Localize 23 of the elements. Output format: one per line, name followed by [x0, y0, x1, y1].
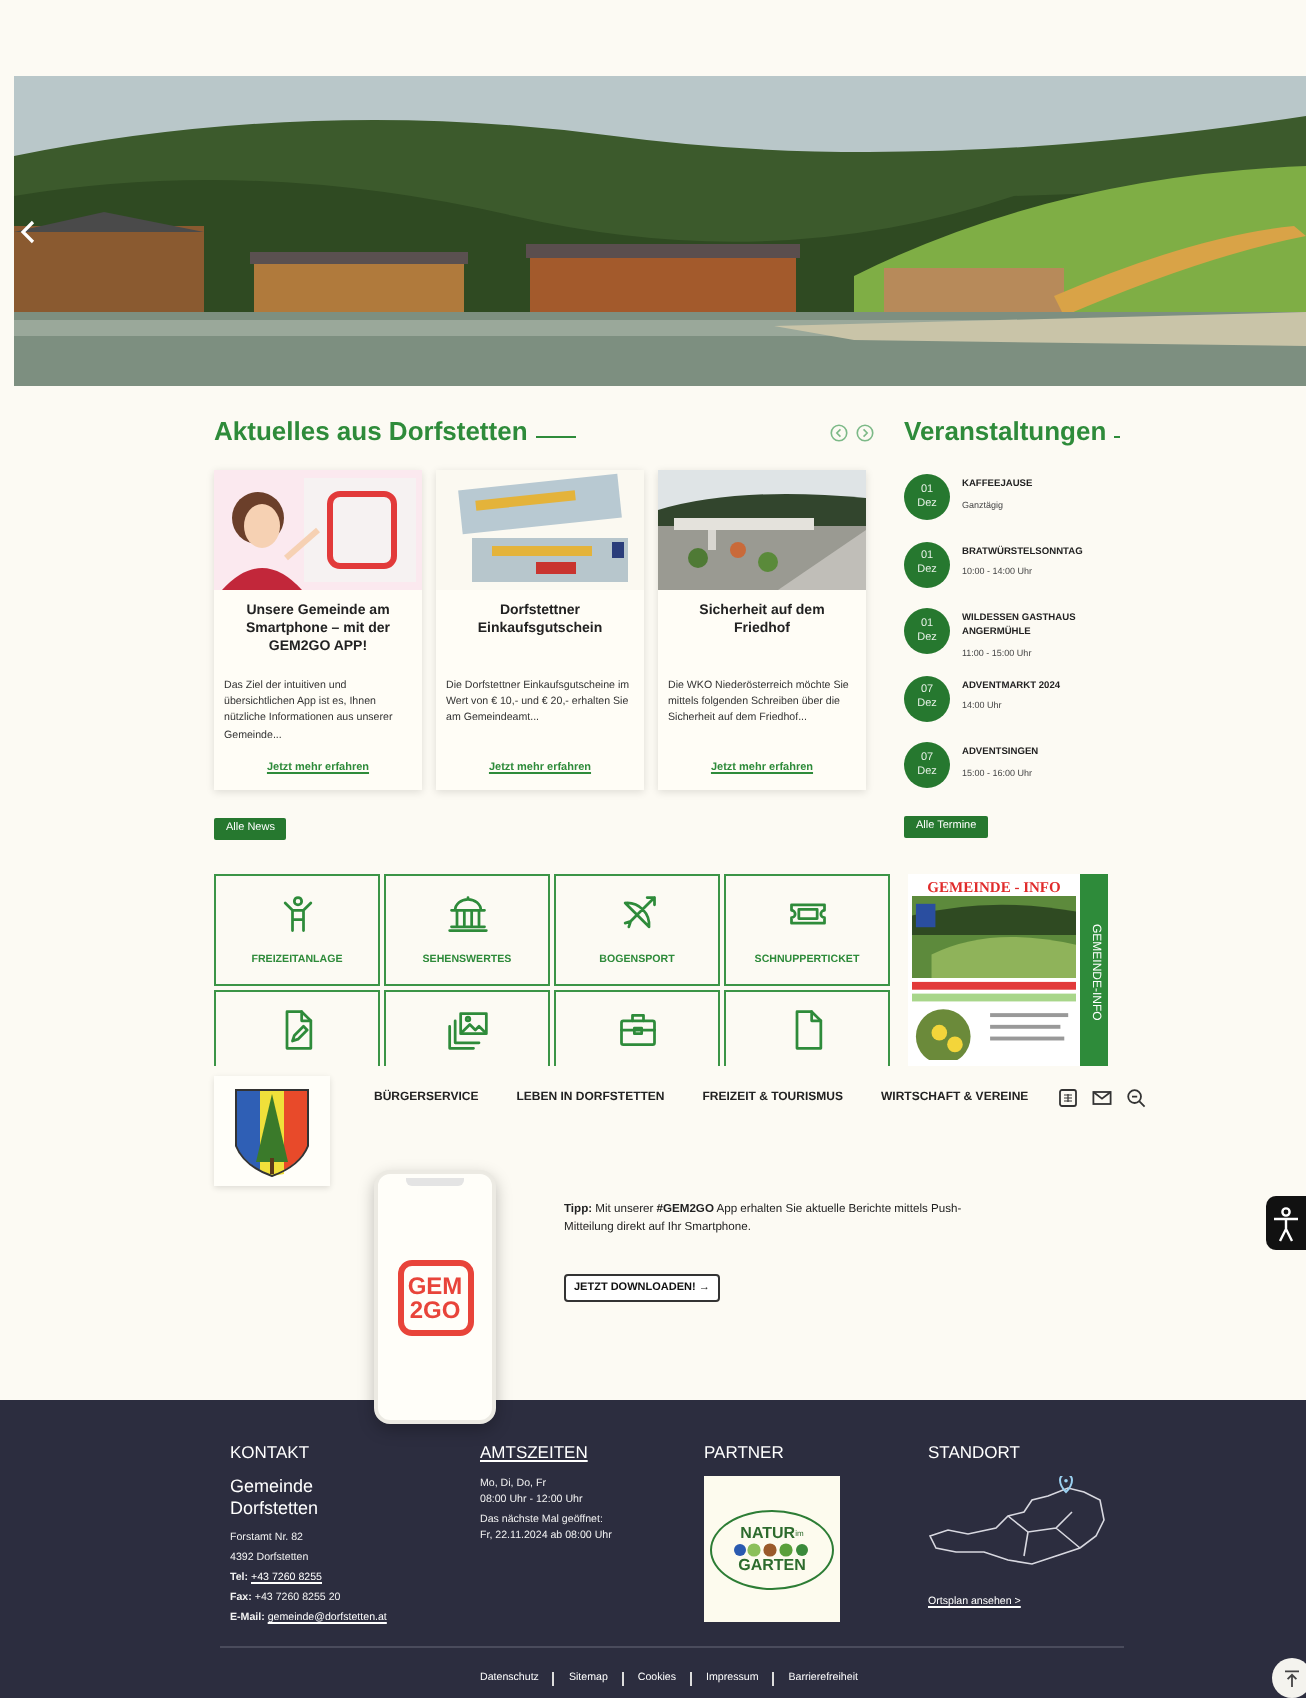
logo[interactable] — [214, 1076, 330, 1186]
footer-heading: KONTAKT — [230, 1442, 312, 1462]
photos-icon — [445, 1008, 489, 1052]
search-icon[interactable] — [1126, 1088, 1147, 1108]
arrow-up-icon — [1284, 1669, 1300, 1687]
dome-icon — [445, 892, 489, 936]
accessibility-button[interactable] — [1266, 1196, 1306, 1250]
footer-heading: PARTNER — [704, 1442, 786, 1462]
section-heading: Aktuelles aus Dorfstetten — [214, 416, 528, 450]
accessibility-icon — [1272, 1205, 1300, 1241]
logo-text: GEM — [407, 1273, 463, 1297]
plants-icon — [732, 1541, 812, 1557]
logo-text: 2GO — [409, 1297, 461, 1321]
logo-text: NATUR — [740, 1525, 796, 1541]
section-heading: Veranstaltungen — [904, 416, 1107, 450]
coat-of-arms-icon — [232, 1085, 312, 1177]
hours-heading-link[interactable]: AMTSZEITEN — [480, 1442, 704, 1462]
mail-icon[interactable] — [1092, 1088, 1113, 1108]
calendar-icon[interactable] — [1058, 1088, 1079, 1108]
footer-heading: STANDORT — [928, 1442, 1022, 1462]
briefcase-icon — [615, 1008, 659, 1052]
logo-text: GARTEN — [738, 1557, 806, 1573]
municipality-name: Gemeinde Dorfstetten — [230, 1476, 321, 1520]
